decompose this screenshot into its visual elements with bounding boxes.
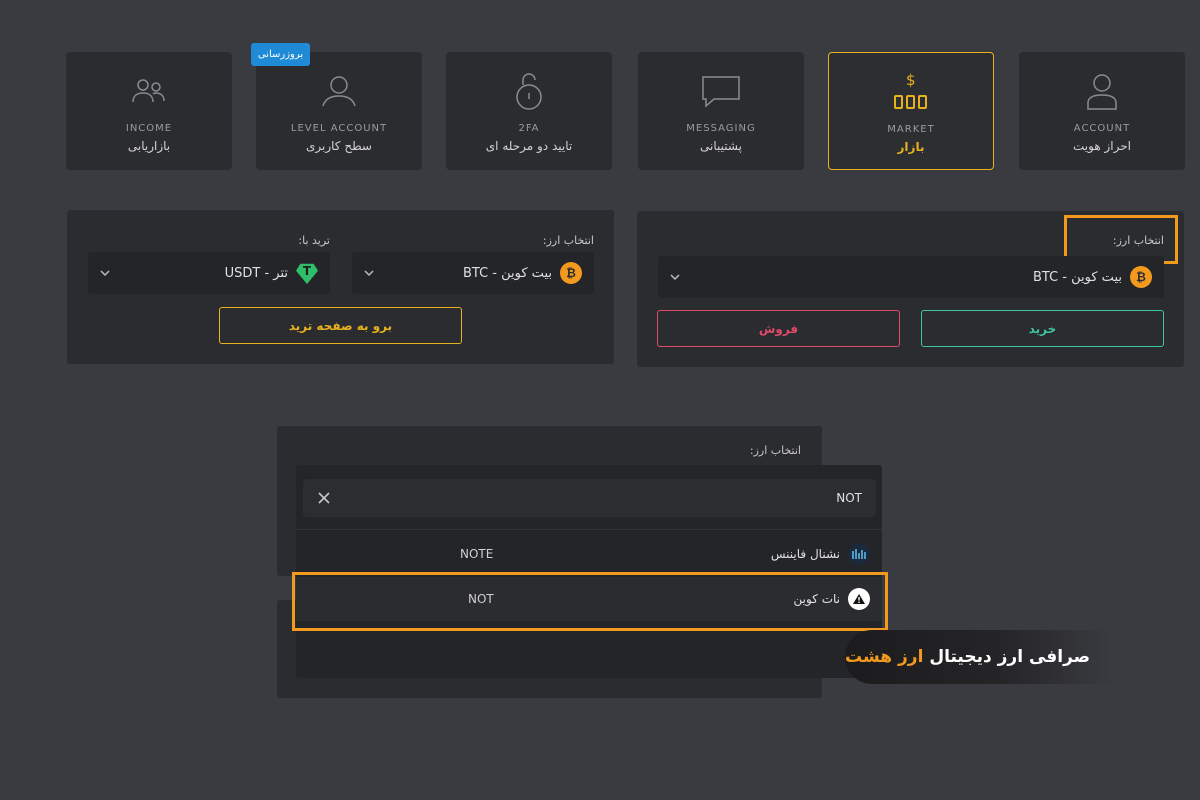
menu-en-label: 2FA	[518, 123, 540, 134]
menu-fa-label: بازار	[897, 140, 925, 154]
menu-en-label: MARKET	[887, 124, 935, 135]
menu-card-income[interactable]: INCOME بازاریابی	[66, 52, 232, 170]
svg-text:$: $	[906, 72, 916, 89]
menu-en-label: ACCOUNT	[1073, 123, 1131, 134]
buy-currency-select[interactable]: ₿ بیت کوین - BTC	[658, 256, 1164, 298]
caption-text: صرافی ارز دیجیتال	[929, 647, 1091, 667]
menu-fa-label: احراز هویت	[1073, 139, 1131, 153]
update-badge: بروزرسانی	[251, 43, 310, 66]
bitcoin-icon: ₿	[560, 262, 582, 284]
tether-icon: T	[296, 263, 318, 284]
menu-card-messaging[interactable]: MESSAGING پشتیبانی	[638, 52, 804, 170]
highlight-box	[292, 572, 888, 631]
currency-search[interactable]	[303, 479, 876, 517]
select-currency-label: انتخاب ارز:	[749, 444, 801, 457]
menu-fa-label: پشتیبانی	[700, 139, 742, 153]
menu-en-label: INCOME	[125, 123, 173, 134]
quote-currency-select[interactable]: T تتر - USDT	[88, 252, 330, 294]
account-icon	[1084, 71, 1120, 111]
lock-icon	[514, 71, 544, 111]
chevron-down-icon	[364, 270, 374, 277]
menu-en-label: LEVEL ACCOUNT	[290, 123, 388, 134]
user-level-icon	[319, 71, 359, 111]
menu-card-2fa[interactable]: 2FA تایید دو مرحله ای	[446, 52, 612, 170]
menu-card-level-account[interactable]: LEVEL ACCOUNT سطح کاربری	[256, 52, 422, 170]
market-icon: $	[890, 72, 932, 112]
national-finance-icon	[848, 543, 870, 565]
trade-with-label: ترید با:	[298, 234, 330, 247]
currency-select[interactable]: ₿ بیت کوین - BTC	[352, 252, 594, 294]
menu-card-market[interactable]: $ MARKET بازار	[828, 52, 994, 170]
users-icon	[129, 71, 169, 111]
option-name: نشنال فایننس	[770, 547, 840, 561]
search-input[interactable]	[382, 491, 862, 505]
option-symbol: NOTE	[460, 547, 494, 561]
chevron-down-icon	[100, 270, 110, 277]
quote-select-value: تتر - USDT	[224, 265, 288, 281]
currency-select-value: بیت کوین - BTC	[462, 265, 552, 281]
brand-caption: صرافی ارز دیجیتال ارز هشت	[845, 630, 1115, 684]
menu-en-label: MESSAGING	[686, 123, 756, 134]
buy-button[interactable]: خرید	[921, 310, 1164, 347]
buy-select-value: بیت کوین - BTC	[1032, 269, 1122, 285]
select-currency-label: انتخاب ارز:	[542, 234, 594, 247]
sell-button[interactable]: فروش	[657, 310, 900, 347]
close-icon[interactable]	[317, 491, 331, 505]
menu-card-account[interactable]: ACCOUNT احراز هویت	[1019, 52, 1185, 170]
go-to-trade-button[interactable]: برو به صفحه ترید	[219, 307, 462, 344]
caption-brand: ارز هشت	[845, 647, 924, 667]
menu-fa-label: سطح کاربری	[306, 139, 372, 153]
menu-fa-label: تایید دو مرحله ای	[485, 139, 573, 153]
chat-icon	[700, 71, 742, 111]
divider	[296, 529, 882, 530]
dropdown-option[interactable]: NOTE نشنال فایننس	[296, 532, 882, 576]
menu-fa-label: بازاریابی	[127, 139, 171, 153]
chevron-down-icon	[670, 274, 680, 281]
bitcoin-icon: ₿	[1130, 266, 1152, 288]
